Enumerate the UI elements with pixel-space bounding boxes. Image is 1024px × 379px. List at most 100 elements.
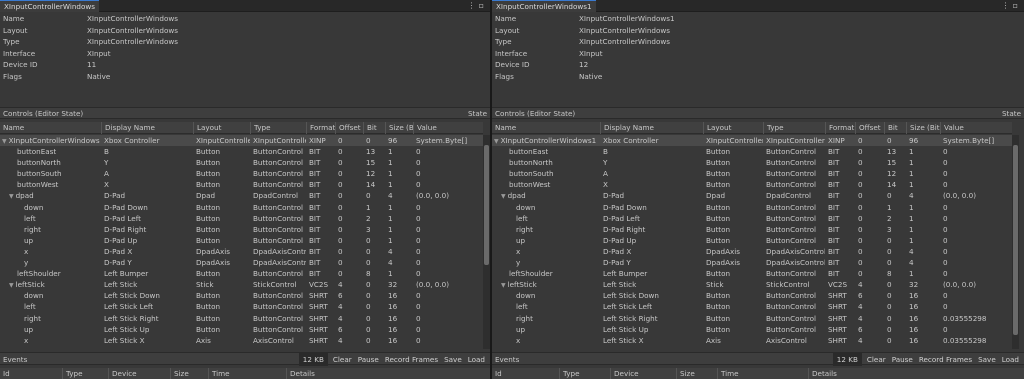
close-icon[interactable]: ▫ xyxy=(1013,1,1021,10)
event-column-id[interactable]: Id xyxy=(492,368,502,379)
table-row[interactable]: up D-Pad Up Button ButtonControl BIT 0 0 1 0 xyxy=(492,235,1012,246)
table-row[interactable]: right D-Pad Right Button ButtonControl BIT 0 3… xyxy=(0,224,483,235)
cell-layout: Button xyxy=(706,158,731,168)
table-row[interactable]: down Left Stick Down Button ButtonControl SH… xyxy=(492,290,1012,301)
column-header-offset[interactable]: Offset xyxy=(855,122,884,134)
table-row[interactable]: right Left Stick Right Button ButtonControl… xyxy=(492,313,1012,324)
load-button[interactable]: Load xyxy=(999,353,1022,366)
column-header-type[interactable]: Type xyxy=(763,122,825,134)
pause-button[interactable]: Pause xyxy=(355,353,382,366)
table-row[interactable]: leftShoulder Left Bumper Button ButtonContr… xyxy=(492,268,1012,279)
table-row[interactable]: up D-Pad Up Button ButtonControl BIT 0 0 1 0 xyxy=(0,235,483,246)
table-row[interactable]: down Left Stick Down Button ButtonControl SH… xyxy=(0,290,483,301)
expand-arrow-icon[interactable]: ▼ xyxy=(501,193,506,200)
table-row[interactable]: x Left Stick X Axis AxisControl SHRT 4 0 16 0.03… xyxy=(492,335,1012,346)
expand-arrow-icon[interactable]: ▼ xyxy=(494,138,499,145)
column-header-offset[interactable]: Offset xyxy=(335,122,363,134)
column-header-display-name[interactable]: Display Name xyxy=(600,122,703,134)
clear-button[interactable]: Clear xyxy=(330,353,355,366)
table-row[interactable]: ▼ leftStick Left Stick Stick StickControl VC2… xyxy=(0,279,483,290)
more-options-icon[interactable]: ⋮ xyxy=(1002,1,1013,10)
record-frames-button[interactable]: Record Frames xyxy=(916,353,975,366)
save-button[interactable]: Save xyxy=(441,353,465,366)
table-row[interactable]: ▼ leftStick Left Stick Stick StickControl VC2… xyxy=(492,279,1012,290)
column-header-size-bi[interactable]: Size (Bi xyxy=(385,122,413,134)
table-row[interactable]: leftShoulder Left Bumper Button ButtonContr… xyxy=(0,268,483,279)
table-row[interactable]: left Left Stick Left Button ButtonControl SH… xyxy=(0,301,483,312)
table-row[interactable]: x Left Stick X Axis AxisControl SHRT 4 0 16 0 xyxy=(0,335,483,346)
table-row[interactable]: buttonEast B Button ButtonControl BIT 0 13 1 0 xyxy=(0,146,483,157)
event-column-size[interactable]: Size xyxy=(676,368,695,379)
table-row[interactable]: down D-Pad Down Button ButtonControl BIT 0 1 1 0 xyxy=(0,202,483,213)
clear-button[interactable]: Clear xyxy=(864,353,889,366)
table-row[interactable]: y D-Pad Y DpadAxis DpadAxisControl BIT 0 0 4 0 xyxy=(492,257,1012,268)
table-row[interactable]: ▼ dpad D-Pad Dpad DpadControl BIT 0 0 4 (0.0, 0.0… xyxy=(492,190,1012,201)
table-row[interactable]: y D-Pad Y DpadAxis DpadAxisContro BIT 0 0 4 0 xyxy=(0,257,483,268)
event-column-details[interactable]: Details xyxy=(808,368,837,379)
expand-arrow-icon[interactable]: ▼ xyxy=(9,282,14,289)
state-dropdown[interactable]: State xyxy=(1002,108,1021,120)
column-header-value[interactable]: Value xyxy=(940,122,1010,134)
table-row[interactable]: buttonWest X Button ButtonControl BIT 0 14 1 0 xyxy=(492,179,1012,190)
pause-button[interactable]: Pause xyxy=(889,353,916,366)
table-row[interactable]: ▼ XInputControllerWindows1 Xbox Controller… xyxy=(492,135,1012,147)
window-tab[interactable]: XInputControllerWindows xyxy=(0,0,99,12)
window-tab[interactable]: XInputControllerWindows1 xyxy=(492,0,596,12)
column-header-name[interactable]: Name xyxy=(0,122,101,134)
save-button[interactable]: Save xyxy=(975,353,999,366)
table-row[interactable]: up Left Stick Up Button ButtonControl SHRT 6 0… xyxy=(492,324,1012,335)
column-header-size-bit[interactable]: Size (Bit xyxy=(906,122,940,134)
close-icon[interactable]: ▫ xyxy=(479,1,487,10)
state-dropdown[interactable]: State xyxy=(468,108,487,120)
table-row[interactable]: down D-Pad Down Button ButtonControl BIT 0 1 1 0 xyxy=(492,202,1012,213)
event-column-details[interactable]: Details xyxy=(286,368,315,379)
expand-arrow-icon[interactable]: ▼ xyxy=(501,282,506,289)
table-row[interactable]: buttonEast B Button ButtonControl BIT 0 13 1 0 xyxy=(492,146,1012,157)
table-row[interactable]: right D-Pad Right Button ButtonControl BIT 0 3… xyxy=(492,224,1012,235)
events-size-field[interactable]: 12 KB xyxy=(298,353,328,366)
event-column-size[interactable]: Size xyxy=(170,368,189,379)
cell-offset: 6 xyxy=(338,291,343,301)
event-column-device[interactable]: Device xyxy=(610,368,639,379)
column-header-value[interactable]: Value xyxy=(413,122,483,134)
event-column-time[interactable]: Time xyxy=(717,368,739,379)
column-header-name[interactable]: Name xyxy=(492,122,600,134)
expand-arrow-icon[interactable]: ▼ xyxy=(2,138,7,145)
table-row[interactable]: left Left Stick Left Button ButtonControl SH… xyxy=(492,301,1012,312)
table-row[interactable]: buttonWest X Button ButtonControl BIT 0 14 1 0 xyxy=(0,179,483,190)
column-header-layout[interactable]: Layout xyxy=(193,122,250,134)
column-header-type[interactable]: Type xyxy=(250,122,306,134)
event-column-type[interactable]: Type xyxy=(559,368,580,379)
event-column-device[interactable]: Device xyxy=(108,368,137,379)
vertical-scrollbar[interactable] xyxy=(483,135,490,349)
event-column-type[interactable]: Type xyxy=(62,368,83,379)
table-row[interactable]: left D-Pad Left Button ButtonControl BIT 0 2 1 0 xyxy=(0,213,483,224)
table-row[interactable]: right Left Stick Right Button ButtonControl… xyxy=(0,313,483,324)
scrollbar-thumb[interactable] xyxy=(1013,145,1018,335)
expand-arrow-icon[interactable]: ▼ xyxy=(9,193,14,200)
table-row[interactable]: buttonSouth A Button ButtonControl BIT 0 12 1 0 xyxy=(492,168,1012,179)
column-header-display-name[interactable]: Display Name xyxy=(101,122,193,134)
event-column-id[interactable]: Id xyxy=(0,368,10,379)
column-header-format[interactable]: Format xyxy=(825,122,855,134)
table-row[interactable]: buttonSouth A Button ButtonControl BIT 0 12 1 0 xyxy=(0,168,483,179)
column-header-format[interactable]: Format xyxy=(306,122,335,134)
events-size-field[interactable]: 12 KB xyxy=(832,353,862,366)
vertical-scrollbar[interactable] xyxy=(1012,135,1019,349)
table-row[interactable]: buttonNorth Y Button ButtonControl BIT 0 15 1 0 xyxy=(492,157,1012,168)
column-header-bit[interactable]: Bit xyxy=(884,122,906,134)
table-row[interactable]: ▼ dpad D-Pad Dpad DpadControl BIT 0 0 4 (0.0, 0.0… xyxy=(0,190,483,201)
table-row[interactable]: buttonNorth Y Button ButtonControl BIT 0 15 1 0 xyxy=(0,157,483,168)
column-header-layout[interactable]: Layout xyxy=(703,122,763,134)
record-frames-button[interactable]: Record Frames xyxy=(382,353,441,366)
table-row[interactable]: left D-Pad Left Button ButtonControl BIT 0 2 1 0 xyxy=(492,213,1012,224)
table-row[interactable]: x D-Pad X DpadAxis DpadAxisControl BIT 0 0 4 0 xyxy=(492,246,1012,257)
table-row[interactable]: up Left Stick Up Button ButtonControl SHRT 6 0… xyxy=(0,324,483,335)
table-row[interactable]: x D-Pad X DpadAxis DpadAxisContro BIT 0 0 4 0 xyxy=(0,246,483,257)
table-row[interactable]: ▼ XInputControllerWindows Xbox Controller X… xyxy=(0,135,483,147)
scrollbar-thumb[interactable] xyxy=(484,145,489,265)
column-header-bit[interactable]: Bit xyxy=(363,122,385,134)
load-button[interactable]: Load xyxy=(465,353,488,366)
more-options-icon[interactable]: ⋮ xyxy=(468,1,479,10)
event-column-time[interactable]: Time xyxy=(208,368,230,379)
